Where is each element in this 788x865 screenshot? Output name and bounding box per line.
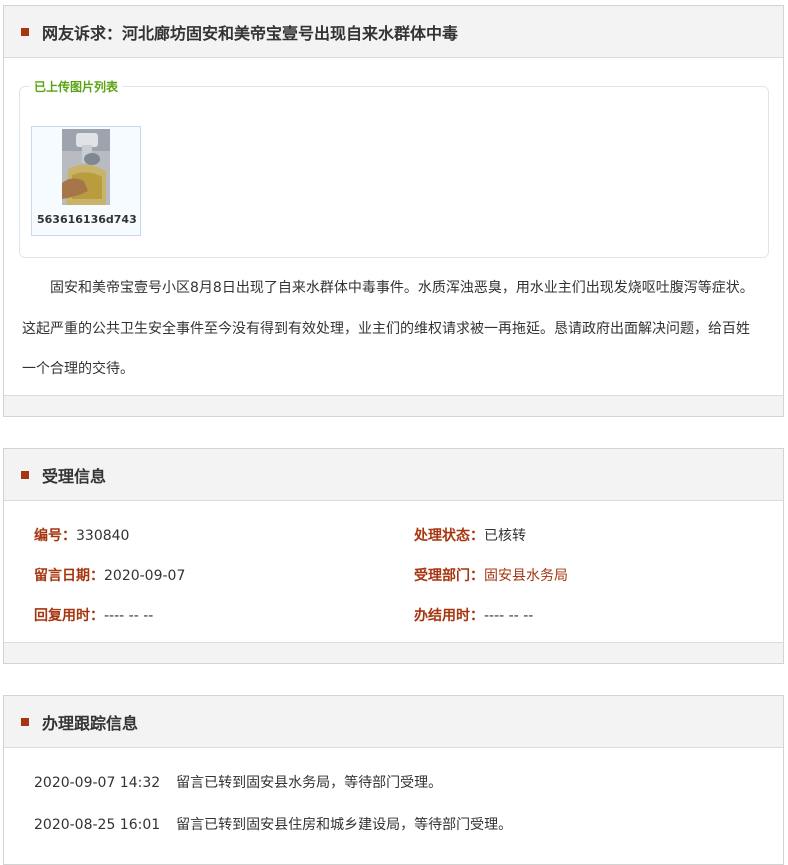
department-label: 受理部门：	[414, 568, 484, 584]
tracking-entry-time: 2020-08-25 16:01	[34, 817, 161, 833]
header-square-icon	[21, 717, 29, 726]
header-square-icon	[21, 470, 29, 479]
tracking-entry-text: 留言已转到固安县住房和城乡建设局，等待部门受理。	[176, 817, 513, 833]
complaint-title: 网友诉求：河北廊坊固安和美帝宝壹号出现自来水群体中毒	[42, 23, 459, 43]
tracking-panel: 办理跟踪信息 2020-09-07 14:32 留言已转到固安县水务局，等待部门受…	[3, 695, 784, 865]
reply-time-row: 回复用时：---- -- --	[34, 605, 153, 625]
tracking-entry-text: 留言已转到固安县水务局，等待部门受理。	[176, 775, 443, 791]
acceptance-footer-bar	[4, 642, 783, 663]
photo-thumbnail-icon[interactable]	[62, 129, 110, 205]
date-row: 留言日期：2020-09-07	[34, 565, 185, 585]
acceptance-panel: 受理信息 编号：330840 处理状态：已核转 留言日期：2020-09-07 …	[3, 448, 784, 664]
finish-time-row: 办结用时：---- -- --	[414, 605, 533, 625]
acceptance-header: 受理信息	[4, 449, 783, 501]
finish-time-label: 办结用时：	[414, 608, 484, 624]
image-thumbnail[interactable]: 563616136d743	[31, 126, 141, 236]
department-row: 受理部门：固安县水务局	[414, 565, 568, 585]
number-value: 330840	[76, 528, 130, 544]
complaint-panel: 网友诉求：河北廊坊固安和美帝宝壹号出现自来水群体中毒 已上传图片列表 56361…	[3, 5, 784, 417]
uploaded-images-box: 已上传图片列表 563616136d743	[19, 78, 769, 258]
reply-time-label: 回复用时：	[34, 608, 104, 624]
finish-time-value: ---- -- --	[484, 608, 534, 624]
tracking-header: 办理跟踪信息	[4, 696, 783, 748]
status-label: 处理状态：	[414, 528, 484, 544]
tracking-entry-time: 2020-09-07 14:32	[34, 775, 161, 791]
header-square-icon	[21, 27, 29, 36]
complaint-body: 固安和美帝宝壹号小区8月8日出现了自来水群体中毒事件。水质浑浊恶臭，用水业主们出…	[22, 280, 754, 377]
department-value[interactable]: 固安县水务局	[484, 568, 568, 584]
number-label: 编号：	[34, 528, 76, 544]
date-label: 留言日期：	[34, 568, 104, 584]
tracking-entry: 2020-08-25 16:01 留言已转到固安县住房和城乡建设局，等待部门受理。	[34, 814, 512, 834]
status-row: 处理状态：已核转	[414, 525, 526, 545]
tracking-title: 办理跟踪信息	[42, 713, 139, 733]
acceptance-title: 受理信息	[42, 466, 107, 486]
date-value: 2020-09-07	[104, 568, 186, 584]
number-row: 编号：330840	[34, 525, 129, 545]
complaint-footer-bar	[4, 395, 783, 416]
reply-time-value: ---- -- --	[104, 608, 154, 624]
image-filename[interactable]: 563616136d743	[32, 213, 140, 226]
status-value: 已核转	[484, 528, 526, 544]
complaint-header: 网友诉求：河北廊坊固安和美帝宝壹号出现自来水群体中毒	[4, 6, 783, 58]
tracking-entry: 2020-09-07 14:32 留言已转到固安县水务局，等待部门受理。	[34, 772, 442, 792]
uploaded-images-legend: 已上传图片列表	[30, 78, 123, 95]
